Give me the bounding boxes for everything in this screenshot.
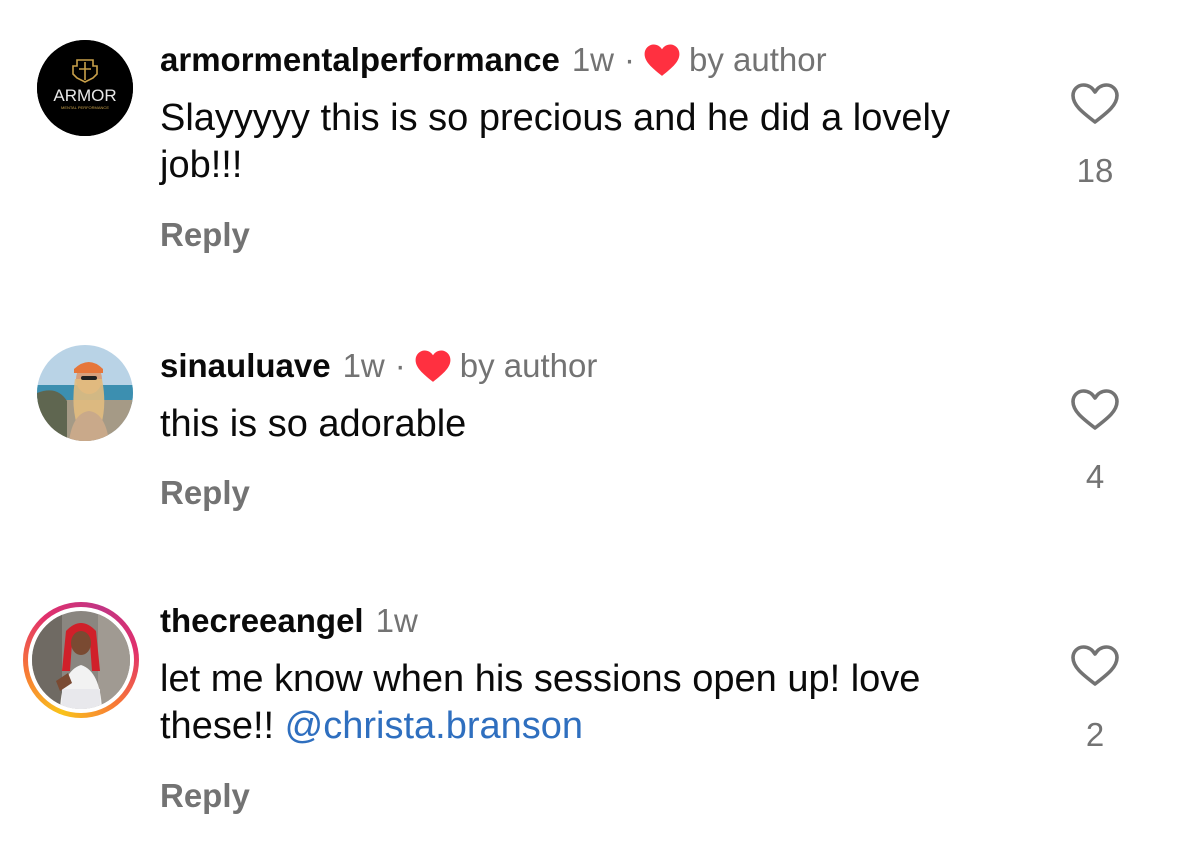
avatar[interactable]: ARMOR MENTAL PERFORMANCE — [37, 40, 133, 136]
by-author-label: by author — [689, 41, 827, 78]
profile-photo — [32, 611, 130, 709]
username[interactable]: sinauluave — [160, 346, 331, 386]
avatar — [32, 611, 130, 709]
comment-text: let me know when his sessions open up! l… — [160, 656, 980, 750]
like-count: 18 — [1076, 152, 1114, 189]
comment-meta: thecreeangel 1w — [160, 601, 418, 641]
svg-text:ARMOR: ARMOR — [53, 86, 116, 105]
like-count: 4 — [1085, 458, 1105, 495]
timestamp: 1w — [375, 602, 418, 639]
reply-button[interactable]: Reply — [160, 474, 250, 512]
username[interactable]: armormentalperformance — [160, 40, 560, 80]
comment-meta: armormentalperformance 1w · by author — [160, 40, 827, 80]
mention-link[interactable]: @christa.branson — [285, 705, 583, 747]
reply-button[interactable]: Reply — [160, 216, 250, 254]
armor-logo-icon: ARMOR MENTAL PERFORMANCE — [37, 40, 133, 136]
avatar[interactable] — [37, 345, 133, 441]
like-heart-icon[interactable] — [1070, 388, 1120, 432]
svg-text:MENTAL PERFORMANCE: MENTAL PERFORMANCE — [61, 105, 109, 110]
liked-by-author-heart-icon — [415, 350, 451, 382]
separator-dot: · — [624, 41, 635, 78]
separator-dot: · — [394, 347, 406, 384]
like-count: 2 — [1085, 716, 1105, 753]
timestamp: 1w — [342, 347, 385, 384]
story-ring[interactable] — [23, 602, 139, 718]
profile-photo — [37, 345, 133, 441]
comment-text: Slayyyyy this is so precious and he did … — [160, 97, 950, 186]
like-heart-icon[interactable] — [1070, 644, 1120, 688]
by-author-label: by author — [459, 347, 598, 384]
comment-text: this is so adorable — [160, 403, 467, 445]
username[interactable]: thecreeangel — [160, 601, 364, 641]
like-heart-icon[interactable] — [1070, 82, 1120, 126]
comment-meta: sinauluave 1w · by author — [160, 346, 597, 386]
liked-by-author-heart-icon — [644, 44, 680, 76]
timestamp: 1w — [571, 41, 614, 78]
reply-button[interactable]: Reply — [160, 777, 250, 815]
